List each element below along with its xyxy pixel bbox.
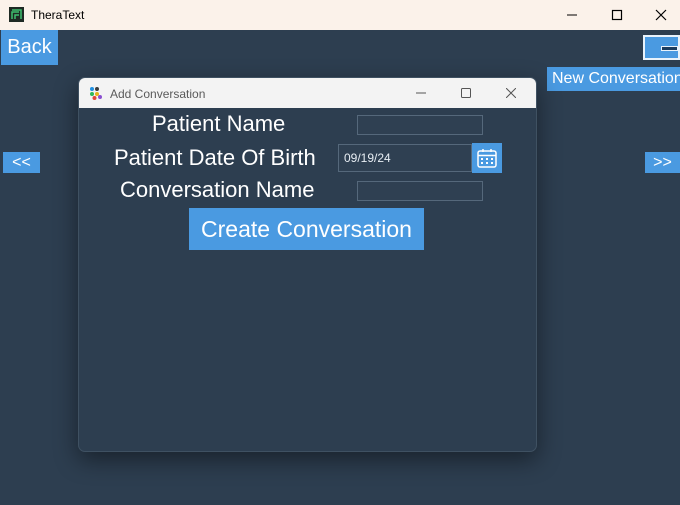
minimize-icon (416, 92, 426, 94)
dialog-maximize-button[interactable] (443, 78, 489, 108)
close-icon (506, 88, 516, 98)
app-titlebar: TheraText (0, 0, 680, 30)
close-button[interactable] (638, 0, 680, 30)
app-title: TheraText (31, 8, 85, 22)
dialog-close-button[interactable] (488, 78, 534, 108)
patient-dob-input[interactable] (338, 144, 472, 172)
dialog-title: Add Conversation (110, 87, 206, 101)
dialog-titlebar: Add Conversation (79, 78, 536, 108)
new-conversation-button[interactable]: New Conversation (547, 67, 680, 91)
add-conversation-dialog: Add Conversation Patient Name Patient Da… (78, 77, 537, 452)
conversation-name-label: Conversation Name (120, 177, 315, 202)
minimize-icon (567, 14, 577, 16)
close-icon (655, 9, 667, 21)
conversation-name-input[interactable] (357, 181, 483, 201)
patient-name-label: Patient Name (152, 111, 286, 136)
dialog-app-icon (90, 87, 102, 100)
toggle-button[interactable] (643, 35, 680, 60)
maximize-button[interactable] (594, 0, 640, 30)
calendar-icon (477, 149, 497, 168)
dialog-minimize-button[interactable] (398, 78, 444, 108)
patient-name-input[interactable] (357, 115, 483, 135)
create-conversation-button[interactable]: Create Conversation (189, 208, 424, 250)
previous-button[interactable]: << (3, 152, 40, 173)
next-button[interactable]: >> (645, 152, 680, 173)
back-button[interactable]: Back (1, 30, 58, 65)
date-picker-button[interactable] (472, 143, 502, 173)
app-icon (9, 7, 24, 22)
maximize-icon (611, 9, 623, 21)
minimize-button[interactable] (549, 0, 595, 30)
minus-icon (661, 46, 678, 51)
patient-dob-label: Patient Date Of Birth (114, 145, 316, 170)
maximize-icon (461, 88, 471, 98)
